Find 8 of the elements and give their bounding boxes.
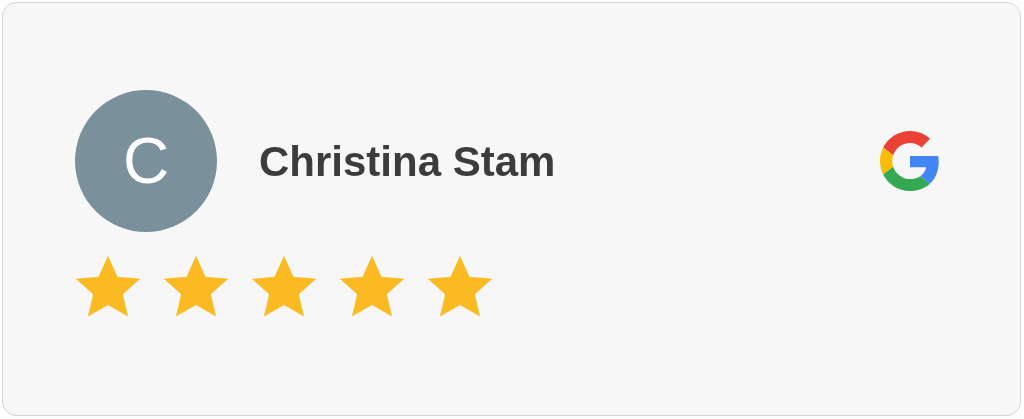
avatar: C <box>75 90 217 232</box>
star-icon <box>163 254 229 318</box>
reviewer-name: Christina Stam <box>259 136 556 187</box>
logo-icon <box>880 131 940 191</box>
star-icon <box>251 254 317 318</box>
star-icon <box>75 254 141 318</box>
star-icon <box>427 254 493 318</box>
star-icon <box>339 254 405 318</box>
